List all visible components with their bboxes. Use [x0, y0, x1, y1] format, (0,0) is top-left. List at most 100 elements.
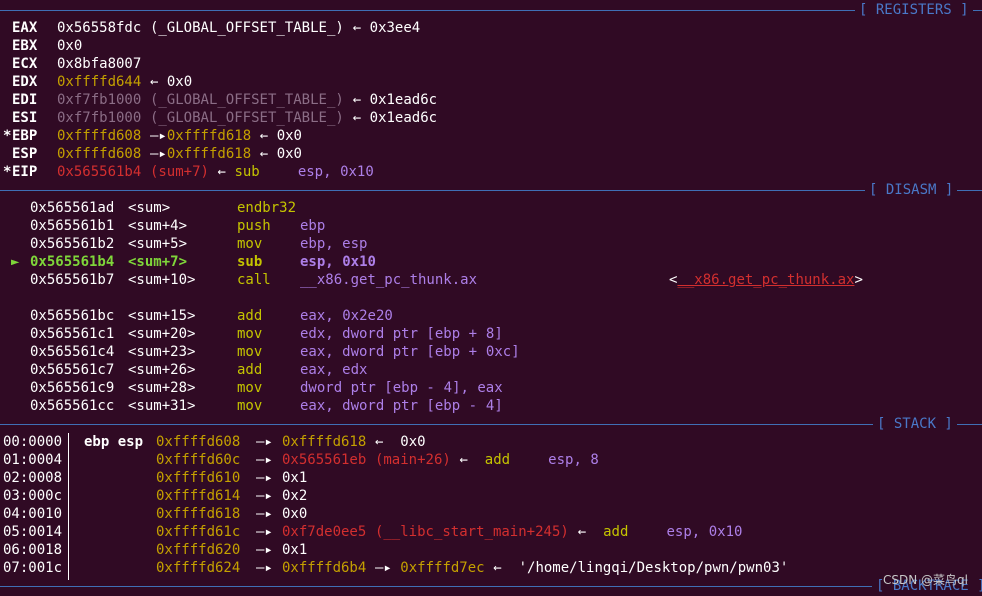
stack-offset: 04:0010: [3, 506, 63, 522]
register-target: 0x1ead6c: [369, 92, 438, 108]
disasm-row: 0x565561c4 <sum+23> mov eax, dword ptr [ebp…: [0, 343, 982, 361]
disasm-row: 0x565561c9 <sum+28> mov dword ptr [ebp - 4],…: [0, 379, 982, 397]
stack-row: 00:0000 ebp esp 0xffffd608 —▸ 0xffffd618 ← 0x0: [0, 433, 982, 451]
stack-deref-value: 0xffffd7ec: [400, 560, 485, 576]
arrow-icon: ←: [259, 128, 269, 144]
register-target: 0x0: [276, 128, 302, 144]
register-value: 0xf7fb1000: [57, 110, 142, 126]
instruction-operands: edx, dword ptr [ebp +: [300, 326, 478, 342]
register-name: EAX: [12, 20, 38, 36]
instruction-operands: ebp, esp: [300, 236, 368, 252]
arrow-icon: —▸: [256, 452, 273, 468]
arrow-icon: ←: [259, 146, 269, 162]
register-mark: [3, 37, 11, 55]
instruction-symbol: <sum+26>: [128, 362, 196, 378]
disasm-row-current: ► 0x565561b4 <sum+7> sub esp, 0x10: [0, 253, 982, 271]
instruction-address: 0x565561c1: [30, 326, 115, 342]
stack-address: 0xffffd624: [156, 560, 241, 576]
instruction-operands: eax, dword ptr [ebp -: [300, 398, 478, 414]
instruction-operands: ebp: [300, 218, 326, 234]
stack-value: 0xf7de0ee5: [282, 524, 367, 540]
instruction-mnemonic: sub: [237, 254, 263, 270]
instruction-symbol: <sum+5>: [128, 236, 188, 252]
register-symbol: (sum+7): [149, 164, 209, 180]
instruction-mnemonic: call: [237, 272, 271, 288]
instruction-immediate: 0x10: [708, 524, 743, 540]
arrow-icon: —▸: [256, 434, 273, 450]
instruction-address: 0x565561c7: [30, 362, 115, 378]
instruction-symbol: <sum+10>: [128, 272, 196, 288]
arrow-icon: ←: [217, 164, 226, 180]
register-value: 0x565561b4: [57, 164, 142, 180]
stack-offset: 07:001c: [3, 560, 63, 576]
stack-deref-value: 0x0: [400, 434, 426, 450]
instruction-address: 0x565561cc: [30, 398, 115, 414]
register-mark: [3, 19, 11, 37]
instruction-operands-tail: ]: [511, 344, 520, 360]
register-row: * EBP 0xffffd608 —▸ 0xffffd618 ← 0x0: [0, 127, 982, 145]
register-value: 0xffffd608: [57, 128, 142, 144]
arrow-icon: —▸: [149, 128, 167, 144]
instruction-mnemonic: add: [237, 362, 263, 378]
register-mark: [3, 55, 11, 73]
stack-value-symbol: (main+26): [374, 452, 451, 468]
csdn-watermark: CSDN @菜鸟ql: [883, 573, 968, 587]
stack-row: 01:0004 0xffffd60c —▸ 0x565561eb (main+26) ← a…: [0, 451, 982, 469]
registers-header: [ REGISTERS ]: [0, 1, 982, 19]
register-mark: [3, 109, 11, 127]
instruction-immediate: 8: [590, 452, 599, 468]
instruction-symbol: <sum+23>: [128, 344, 196, 360]
instruction-mnemonic: sub: [234, 164, 260, 180]
instruction-immediate: 8: [485, 326, 495, 342]
call-target-symbol: __x86.get_pc_thunk.ax: [677, 272, 855, 288]
instruction-operands: eax, edx: [300, 362, 368, 378]
register-value: 0x0: [57, 38, 83, 54]
arrow-icon: ←: [149, 74, 159, 90]
register-symbol: (_GLOBAL_OFFSET_TABLE_): [149, 20, 344, 36]
instruction-operands: dword ptr [ebp -: [300, 380, 435, 396]
instruction-operands: eax, dword ptr [ebp +: [300, 344, 478, 360]
instruction-mnemonic: add: [484, 452, 511, 468]
disasm-header: [ DISASM ]: [0, 181, 982, 199]
instruction-symbol: <sum>: [128, 200, 171, 216]
instruction-symbol: <sum+15>: [128, 308, 196, 324]
disasm-row: 0x565561b2 <sum+5> mov ebp, esp: [0, 235, 982, 253]
stack-address: 0xffffd60c: [156, 452, 241, 468]
stack-offset: 05:0014: [3, 524, 63, 540]
instruction-mnemonic: add: [237, 308, 263, 324]
register-row: ESI 0xf7fb1000 (_GLOBAL_OFFSET_TABLE_) ← 0x1…: [0, 109, 982, 127]
instruction-mnemonic: mov: [237, 344, 263, 360]
gdb-pwndbg-terminal[interactable]: [ REGISTERS ] EAX 0x56558fdc (_GLOBAL_OFFS…: [0, 0, 982, 596]
separator-line: [0, 424, 982, 425]
arrow-icon: —▸: [256, 506, 273, 522]
instruction-immediate: 0xc: [485, 344, 512, 360]
instruction-address: 0x565561b7: [30, 272, 115, 288]
current-instruction-pointer-icon: ►: [11, 254, 20, 270]
stack-address: 0xffffd620: [156, 542, 241, 558]
register-name: ESP: [12, 146, 38, 162]
instruction-operands: __x86.get_pc_thunk.ax: [300, 272, 478, 288]
disasm-row: 0x565561b7 <sum+10> call __x86.get_pc_thunk…: [0, 271, 982, 289]
instruction-immediate: 0x2e20: [342, 308, 393, 324]
register-symbol: (_GLOBAL_OFFSET_TABLE_): [149, 92, 344, 108]
register-mark: *: [3, 128, 12, 144]
arrow-icon: —▸: [256, 560, 273, 576]
instruction-address: 0x565561b4: [30, 254, 115, 270]
instruction-address: 0x565561ad: [30, 200, 115, 216]
register-mark: [3, 145, 11, 163]
arrow-icon: —▸: [256, 542, 273, 558]
instruction-operands: esp,: [666, 524, 701, 540]
register-value: 0x8bfa8007: [57, 56, 142, 72]
stack-offset: 00:0000: [3, 434, 63, 450]
instruction-operands: eax,: [300, 308, 334, 324]
instruction-address: 0x565561c4: [30, 344, 115, 360]
arrow-icon: —▸: [256, 488, 273, 504]
separator-line: [0, 190, 982, 191]
stack-value: 0x0: [282, 506, 308, 522]
register-deref: 0xffffd618: [166, 146, 252, 162]
stack-register-labels: ebp esp: [84, 434, 144, 450]
register-row: EDI 0xf7fb1000 (_GLOBAL_OFFSET_TABLE_) ← 0x1…: [0, 91, 982, 109]
register-value: 0xf7fb1000: [57, 92, 142, 108]
arrow-icon: —▸: [149, 146, 167, 162]
arrow-icon: ←: [459, 452, 468, 468]
